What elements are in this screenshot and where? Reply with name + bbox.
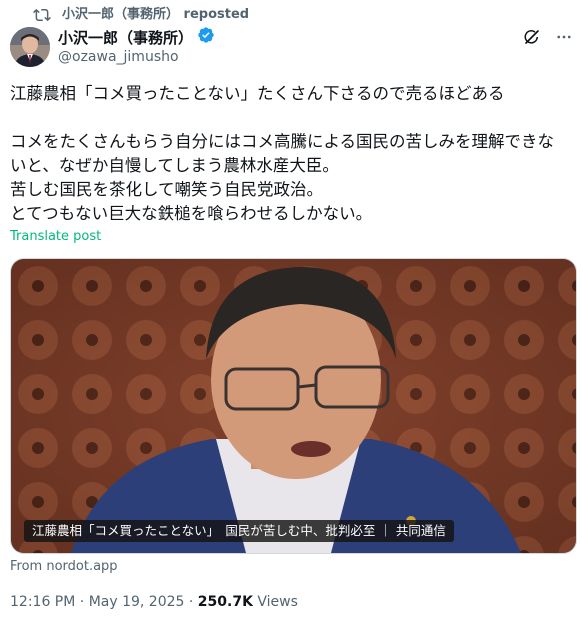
link-source[interactable]: From nordot.app bbox=[10, 559, 118, 574]
avatar[interactable] bbox=[10, 27, 50, 67]
post-body: 江藤農相「コメ買ったことない」たくさん下さるので売るほどある コメをたくさんもら… bbox=[10, 82, 575, 226]
post-date[interactable]: May 19, 2025 bbox=[89, 594, 185, 610]
post-line: いと、なぜか自慢してしまう農林水産大臣。 bbox=[10, 156, 339, 175]
repost-author: 小沢一郎（事務所） bbox=[62, 7, 180, 22]
media-caption: 江藤農相「コメ買ったことない」 国民が苦しむ中、批判必至 ｜ 共同通信 bbox=[24, 520, 454, 542]
grok-icon[interactable] bbox=[523, 28, 541, 50]
author-handle[interactable]: @ozawa_jimusho bbox=[58, 48, 179, 66]
post-line: コメをたくさんもらう自分にはコメ高騰による国民の苦しみを理解できな bbox=[10, 132, 555, 151]
post-meta: 12:16 PM · May 19, 2025 · 250.7K Views bbox=[10, 594, 298, 610]
author-name: 小沢一郎（事務所） bbox=[58, 28, 194, 47]
post-actions-top bbox=[523, 28, 573, 50]
link-card-image[interactable] bbox=[10, 258, 577, 554]
post-line: 苦しむ国民を茶化して嘲笑う自民党政治。 bbox=[10, 180, 324, 199]
post-line: 江藤農相「コメ買ったことない」たくさん下さるので売るほどある bbox=[10, 84, 505, 103]
views-label: Views bbox=[257, 594, 298, 610]
view-count: 250.7K bbox=[197, 594, 253, 610]
more-options-icon[interactable] bbox=[555, 28, 573, 50]
post-time[interactable]: 12:16 PM bbox=[10, 594, 75, 610]
verified-badge-icon bbox=[197, 26, 215, 49]
translate-post-link[interactable]: Translate post bbox=[10, 229, 101, 245]
author-name-row[interactable]: 小沢一郎（事務所） bbox=[58, 26, 215, 49]
repost-label: reposted bbox=[183, 7, 250, 22]
repost-icon bbox=[33, 6, 51, 28]
post-line: とてつもない巨大な鉄槌を喰らわせるしかない。 bbox=[10, 204, 373, 223]
repost-author-link[interactable]: 小沢一郎（事務所） reposted bbox=[62, 6, 249, 24]
